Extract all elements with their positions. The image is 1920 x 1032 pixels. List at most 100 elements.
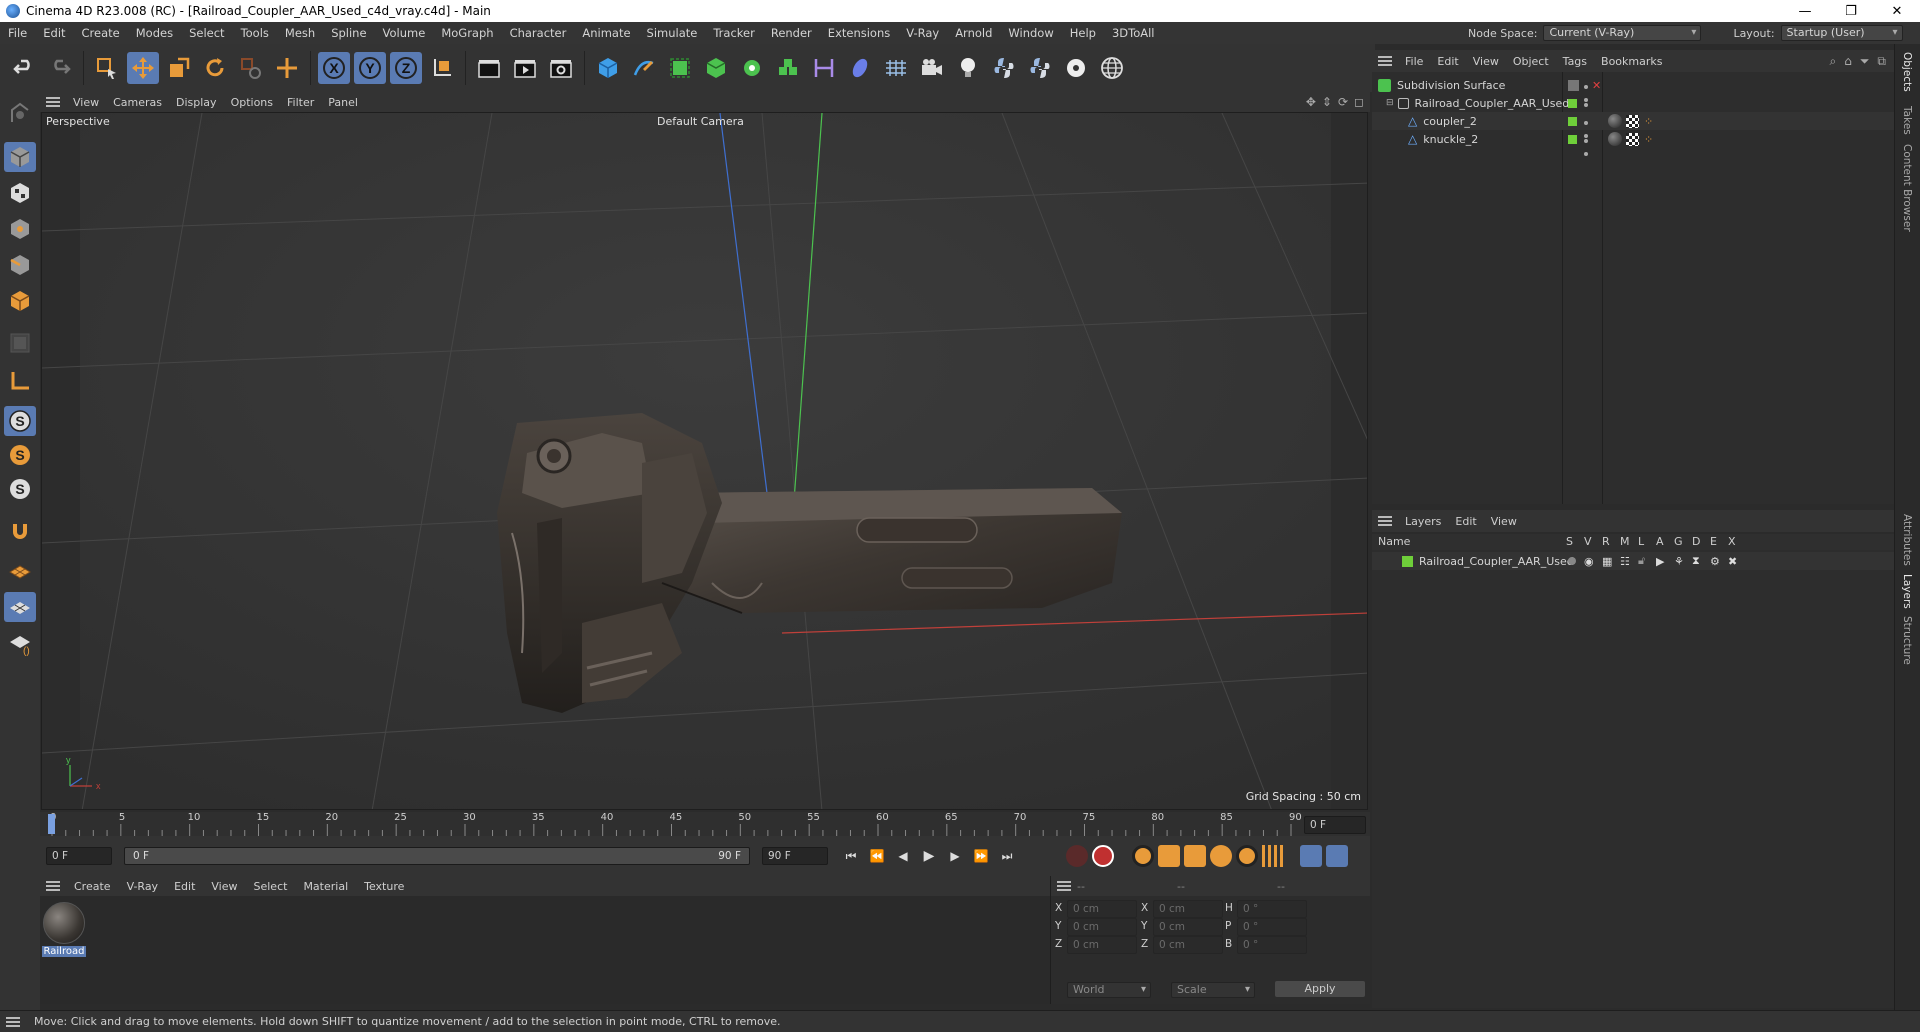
snap-button[interactable]: S <box>4 406 36 436</box>
layer-expressions-icon[interactable]: ⚙ <box>1710 555 1720 568</box>
coordinate-space-dropdown[interactable]: World <box>1067 982 1151 998</box>
soft-selection-button[interactable] <box>4 516 36 546</box>
viewport-pan-icon[interactable]: ✥ <box>1306 95 1316 109</box>
material-menu-view[interactable]: View <box>203 880 245 893</box>
field-button[interactable] <box>844 52 876 84</box>
undo-button[interactable] <box>8 52 40 84</box>
viewport-menu-options[interactable]: Options <box>224 96 280 109</box>
timeline-ruler[interactable]: 051015202530354045505560657075808590 0 F <box>40 812 1370 836</box>
menu-simulate[interactable]: Simulate <box>639 26 706 40</box>
coordinates-hamburger-icon[interactable] <box>1057 881 1071 891</box>
layers-hamburger-icon[interactable] <box>1378 516 1392 526</box>
lock-y-axis-button[interactable]: Y <box>354 52 386 84</box>
coord-value-field[interactable]: 0 ° <box>1237 936 1307 954</box>
keyframe-selection-icon[interactable] <box>1132 845 1154 867</box>
coord-value-field[interactable]: 0 cm <box>1067 918 1137 936</box>
minimize-button[interactable]: — <box>1782 0 1828 22</box>
objects-hamburger-icon[interactable] <box>1378 56 1392 66</box>
playhead[interactable] <box>48 814 55 834</box>
objects-menu-object[interactable]: Object <box>1506 55 1556 68</box>
record-icon[interactable] <box>1092 845 1114 867</box>
scheme-icon[interactable] <box>1300 845 1322 867</box>
menu-volume[interactable]: Volume <box>375 26 434 40</box>
material-tag-icon[interactable] <box>1608 132 1622 146</box>
menu-vray[interactable]: V-Ray <box>898 26 947 40</box>
material-item[interactable]: Railroad <box>42 902 86 960</box>
coord-value-field[interactable]: 0 cm <box>1153 918 1223 936</box>
coordinate-system-button[interactable] <box>426 52 458 84</box>
viewport-dolly-icon[interactable]: ⇕ <box>1322 95 1332 109</box>
layers-menu-view[interactable]: View <box>1484 515 1524 528</box>
cloner-button[interactable] <box>736 52 768 84</box>
tab-layers[interactable]: Layers <box>1901 574 1913 609</box>
previous-key-icon[interactable]: ⏪ <box>866 845 888 867</box>
frame-range-slider[interactable]: 0 F 90 F <box>124 847 750 865</box>
texture-mode-button[interactable] <box>4 178 36 208</box>
render-view-button[interactable] <box>473 52 505 84</box>
coord-value-field[interactable]: 0 cm <box>1067 900 1137 918</box>
new-window-icon[interactable]: ⧉ <box>1877 54 1886 69</box>
model-mode-button[interactable] <box>4 142 36 172</box>
layer-color-icon[interactable] <box>1568 98 1577 108</box>
layer-manager-icon[interactable]: ☷ <box>1620 555 1630 568</box>
tab-attributes[interactable]: Attributes <box>1901 514 1913 566</box>
material-hamburger-icon[interactable] <box>46 881 60 891</box>
viewport-name-label[interactable]: Perspective <box>46 115 110 128</box>
visibility-dots-icon[interactable] <box>1584 133 1588 159</box>
camera-button[interactable] <box>916 52 948 84</box>
edit-render-toggle-icon[interactable] <box>1568 79 1579 91</box>
deformer-button[interactable] <box>808 52 840 84</box>
goto-end-icon[interactable]: ⏭ <box>996 845 1018 867</box>
menu-modes[interactable]: Modes <box>128 26 181 40</box>
search-icon[interactable]: ⌕ <box>1829 54 1836 69</box>
floor-button[interactable] <box>880 52 912 84</box>
layer-solo-icon[interactable] <box>1568 557 1576 565</box>
object-row-coupler-2[interactable]: △ coupler_2 ⁘ <box>1372 112 1894 138</box>
layer-animation-icon[interactable]: ▶ <box>1656 555 1664 568</box>
layer-row[interactable]: Railroad_Coupler_AAR_Used ◉ ▦ ☷ 🔓︎ ▶ ⚘ ⧗… <box>1372 552 1894 570</box>
status-hamburger-icon[interactable] <box>6 1016 20 1027</box>
polygons-mode-button[interactable] <box>4 286 36 316</box>
workplane-button[interactable] <box>4 556 36 586</box>
layer-deformers-icon[interactable]: ⧗ <box>1692 554 1700 568</box>
perspective-viewport[interactable]: y x Perspective Default Camera Grid Spac… <box>41 112 1368 810</box>
home-icon[interactable]: ⌂ <box>1844 54 1852 69</box>
move-tool-button[interactable] <box>127 52 159 84</box>
mograph-fracture-button[interactable] <box>772 52 804 84</box>
goto-start-icon[interactable]: ⏮ <box>840 845 862 867</box>
viewport-menu-panel[interactable]: Panel <box>321 96 365 109</box>
layer-xref-icon[interactable]: ✖ <box>1728 555 1737 568</box>
lock-x-axis-button[interactable]: X <box>318 52 350 84</box>
live-selection-button[interactable] <box>91 52 123 84</box>
coord-value-field[interactable]: 0 ° <box>1237 918 1307 936</box>
light-button[interactable] <box>952 52 984 84</box>
node-space-dropdown[interactable]: Current (V-Ray) <box>1543 25 1702 41</box>
layout-dropdown[interactable]: Startup (User) <box>1780 25 1903 41</box>
grid-workplane-button[interactable] <box>4 592 36 622</box>
viewport-menu-filter[interactable]: Filter <box>280 96 321 109</box>
workplane-snap-button[interactable]: S <box>4 474 36 504</box>
settings-button[interactable] <box>1060 52 1092 84</box>
axis-mode-button[interactable] <box>4 366 36 396</box>
menu-extensions[interactable]: Extensions <box>820 26 898 40</box>
key-parameter-icon[interactable] <box>1236 845 1258 867</box>
object-row-subdivision-surface[interactable]: Subdivision Surface ✕ <box>1372 76 1894 102</box>
layer-render-icon[interactable]: ▦ <box>1602 555 1612 568</box>
menu-select[interactable]: Select <box>181 26 232 40</box>
axis-tool-button[interactable] <box>271 52 303 84</box>
menu-character[interactable]: Character <box>502 26 575 40</box>
viewport-rotate-icon[interactable]: ⟳ <box>1338 95 1348 109</box>
objects-menu-file[interactable]: File <box>1398 55 1430 68</box>
viewport-maximize-icon[interactable]: ◻ <box>1354 95 1364 109</box>
disable-x-icon[interactable]: ✕ <box>1592 79 1601 92</box>
maximize-button[interactable]: ❐ <box>1828 0 1874 22</box>
viewport-hamburger-icon[interactable] <box>46 97 60 107</box>
next-frame-icon[interactable]: ▶ <box>944 845 966 867</box>
objects-menu-tags[interactable]: Tags <box>1556 55 1594 68</box>
coord-value-field[interactable]: 0 ° <box>1237 900 1307 918</box>
scale-tool-button[interactable] <box>163 52 195 84</box>
spline-pen-button[interactable] <box>628 52 660 84</box>
locked-workplane-button[interactable]: () <box>4 628 36 658</box>
previous-frame-icon[interactable]: ◀ <box>892 845 914 867</box>
menu-create[interactable]: Create <box>74 26 128 40</box>
